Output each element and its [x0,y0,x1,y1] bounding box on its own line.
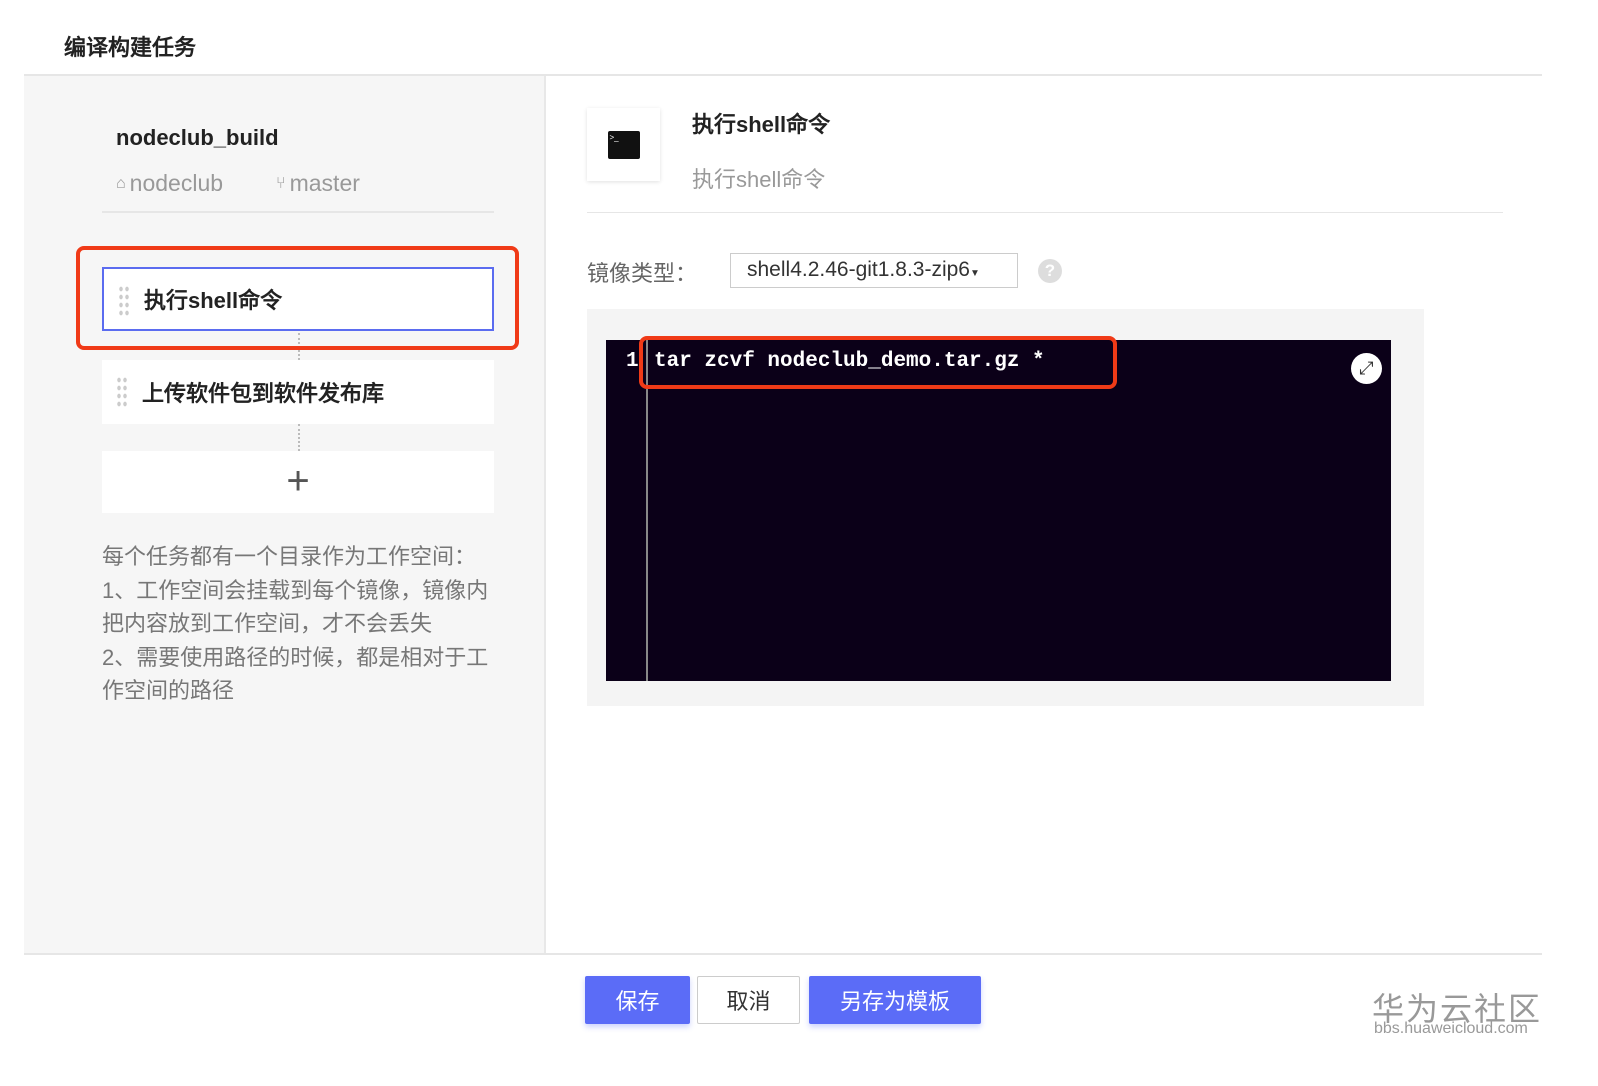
help-icon[interactable]: ? [1038,259,1062,283]
step-title: 执行shell命令 [692,112,831,137]
connector [298,424,300,451]
line-number: 1 [626,350,639,373]
editor-gutter [646,340,648,681]
branch-info: ⑂ master [276,170,360,197]
help-line: 每个任务都有一个目录作为工作空间： [102,544,477,569]
workspace-help: 每个任务都有一个目录作为工作空间： 1、工作空间会挂载到每个镜像，镜像内把内容放… [102,540,502,708]
code-editor[interactable] [606,340,1391,681]
highlight-box [639,336,1117,389]
expand-icon[interactable]: ⤢ [1351,353,1382,384]
help-line: 2、需要使用路径的时候，都是相对于工作空间的路径 [102,644,489,704]
repo-info: ⌂ nodeclub [116,170,223,197]
page-title: 编译构建任务 [64,35,197,60]
branch-name: master [289,170,360,196]
save-button[interactable]: 保存 [585,976,690,1024]
divider [587,212,1503,213]
chevron-down-icon: ▼ [969,268,980,279]
repo-icon: ⌂ [116,174,126,192]
divider [102,211,494,213]
image-type-label: 镜像类型： [587,261,698,286]
repo-name: nodeclub [129,170,224,196]
terminal-icon: >_ [607,130,640,159]
divider [24,953,1542,955]
task-name: nodeclub_build [116,125,279,150]
highlight-box [76,246,519,350]
drag-handle-icon[interactable] [116,376,128,408]
save-as-template-button[interactable]: 另存为模板 [809,976,981,1024]
image-type-select[interactable]: shell4.2.46-git1.8.3-zip6▼ [730,253,1018,288]
image-type-value: shell4.2.46-git1.8.3-zip6 [747,258,970,281]
steps-panel [24,76,546,953]
branch-icon: ⑂ [276,174,286,192]
cancel-button[interactable]: 取消 [697,976,800,1024]
help-line: 1、工作空间会挂载到每个镜像，镜像内把内容放到工作空间，才不会丢失 [102,577,489,637]
step-icon-box: >_ [587,108,660,181]
add-step-button[interactable]: + [102,451,494,513]
step-subtitle: 执行shell命令 [692,167,826,192]
step-label: 上传软件包到软件发布库 [142,381,385,406]
watermark-url: bbs.huaweicloud.com [1374,1020,1528,1037]
step-item-upload[interactable]: 上传软件包到软件发布库 [102,360,494,424]
